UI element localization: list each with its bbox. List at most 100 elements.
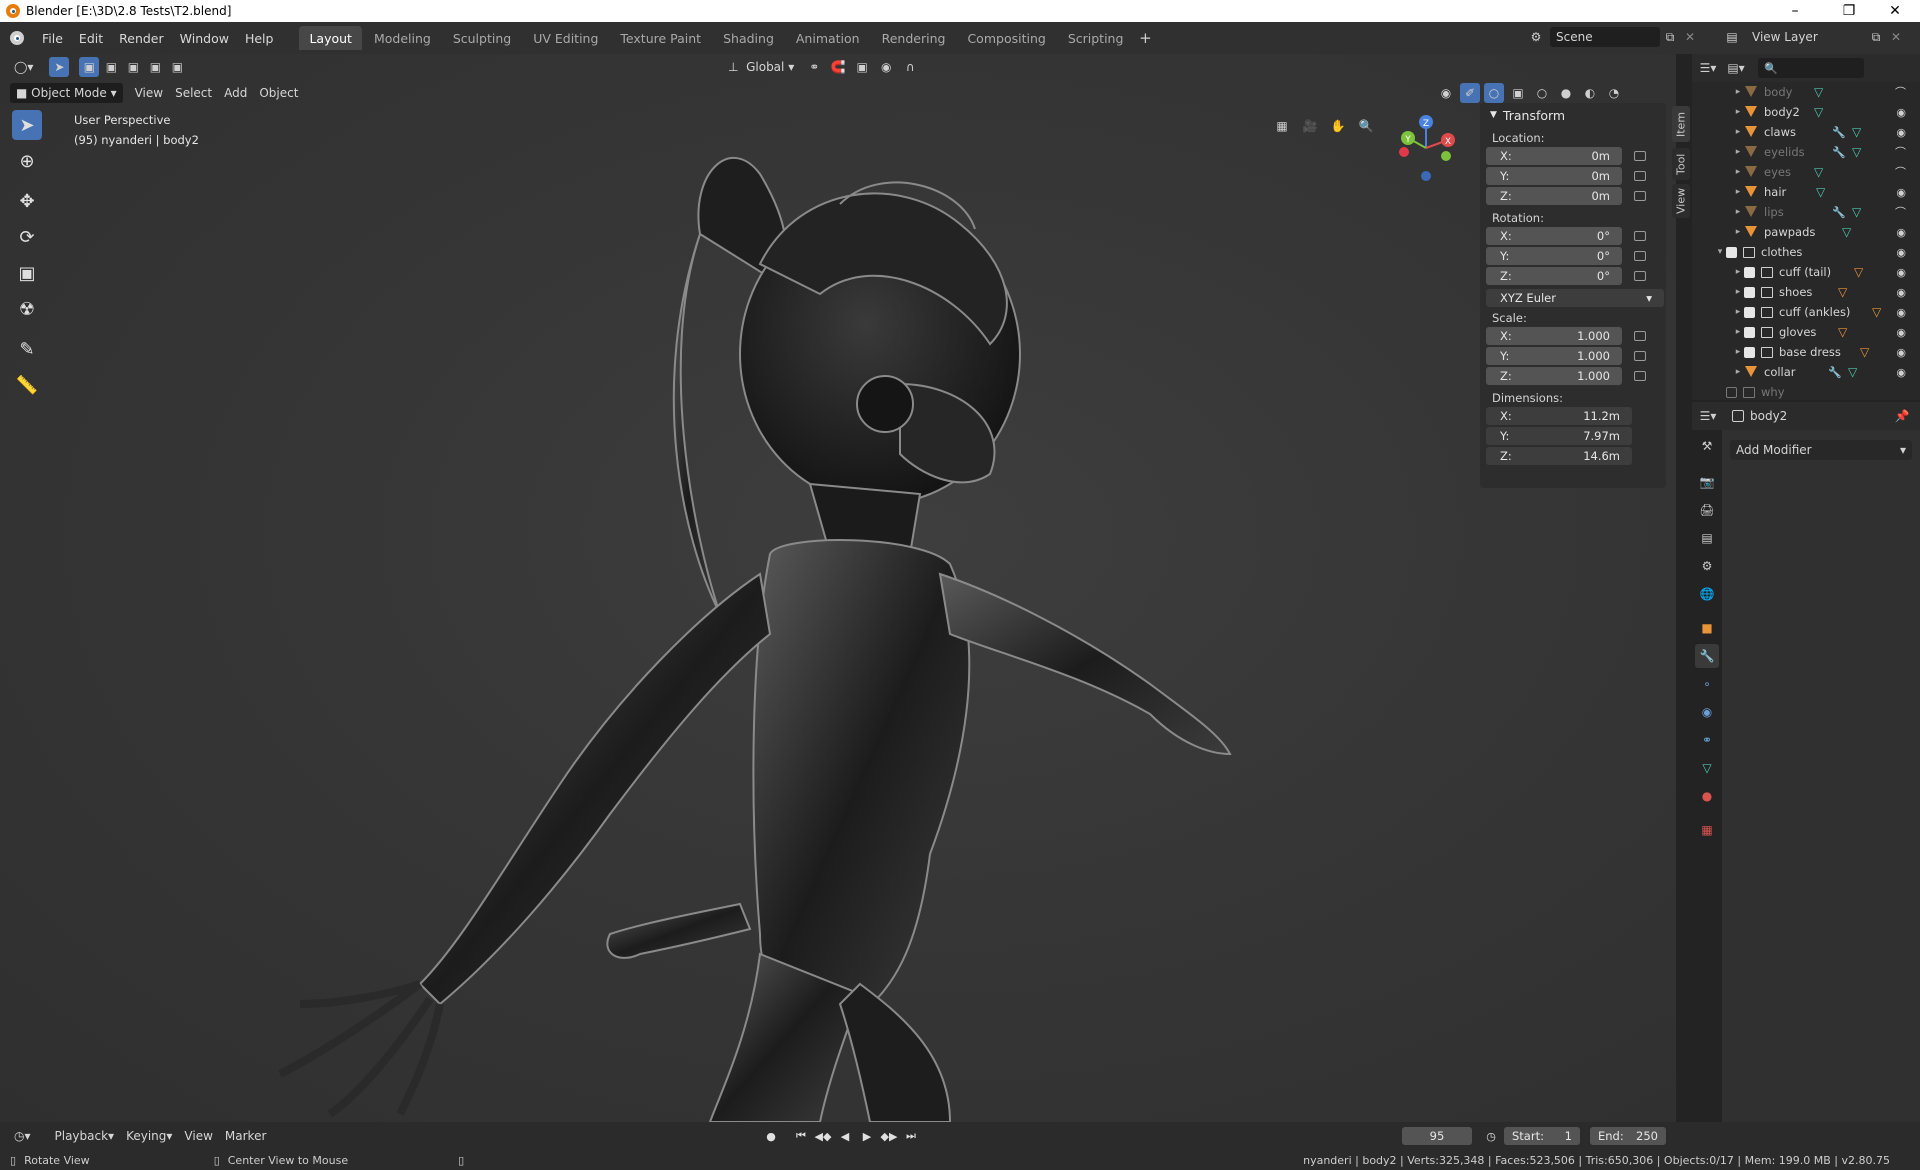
menu-render[interactable]: Render (111, 27, 172, 49)
visibility-eye-icon[interactable]: ◉ (1896, 186, 1906, 199)
workspace-tab-animation[interactable]: Animation (786, 26, 870, 50)
play-icon[interactable]: ▶ (858, 1127, 876, 1145)
end-frame-field[interactable]: End: 250 (1590, 1127, 1666, 1145)
visibility-eye-icon[interactable]: ⌒ (1895, 164, 1906, 180)
scale-x-field[interactable]: X: 1.000 (1486, 327, 1622, 345)
visibility-eye-icon[interactable]: ◉ (1896, 246, 1906, 259)
transform-panel-header[interactable]: ▼ Transform (1480, 103, 1666, 127)
scene-field[interactable]: Scene (1550, 27, 1660, 47)
visibility-eye-icon[interactable]: ⌒ (1895, 144, 1906, 160)
viewport-menu-object[interactable]: Object (253, 83, 304, 103)
workspace-tab-uv-editing[interactable]: UV Editing (523, 26, 608, 50)
select-mode-intersect-icon[interactable]: ▣ (167, 57, 187, 77)
mesh-data-icon[interactable]: ▽ (1842, 225, 1851, 239)
delete-view-layer-icon[interactable]: ✕ (1886, 27, 1906, 47)
menu-edit[interactable]: Edit (71, 27, 111, 49)
visibility-eye-icon[interactable]: ◉ (1896, 266, 1906, 279)
visibility-eye-icon[interactable]: ◉ (1896, 286, 1906, 299)
lock-icon[interactable] (1634, 171, 1646, 181)
expand-icon[interactable]: ▸ (1732, 187, 1744, 197)
workspace-tab-texture-paint[interactable]: Texture Paint (610, 26, 711, 50)
lock-icon[interactable] (1634, 191, 1646, 201)
select-mode-invert-icon[interactable]: ▣ (145, 57, 165, 77)
expand-icon[interactable]: ▸ (1732, 367, 1744, 377)
modifier-tab-icon[interactable]: 🔧 (1695, 644, 1719, 668)
outliner-item[interactable]: ▸ hair ▽ ◉ (1692, 182, 1920, 202)
expand-icon[interactable]: ▸ (1732, 307, 1744, 317)
snap-icon[interactable]: 🧲 (828, 57, 848, 77)
maximize-icon[interactable]: ❐ (1826, 0, 1872, 22)
menu-help[interactable]: Help (237, 27, 282, 49)
zoom-view-icon[interactable]: 🔍 (1356, 116, 1376, 136)
cursor-tool-icon[interactable]: ⊕ (12, 146, 42, 176)
rotation-x-field[interactable]: X: 0° (1486, 227, 1622, 245)
snap-element-icon[interactable]: ▣ (852, 57, 872, 77)
select-box-tool-icon[interactable]: ➤ (12, 110, 42, 140)
scale-tool-icon[interactable]: ▣ (12, 258, 42, 288)
modifier-icon[interactable]: 🔧 (1828, 366, 1842, 379)
location-x-field[interactable]: X: 0m (1486, 147, 1622, 165)
rotation-z-field[interactable]: Z: 0° (1486, 267, 1622, 285)
workspace-tab-shading[interactable]: Shading (713, 26, 784, 50)
lock-icon[interactable] (1634, 351, 1646, 361)
mode-dropdown[interactable]: ■ Object Mode ▾ (10, 83, 123, 103)
outliner-child[interactable]: ▸ collar 🔧 ▽ ◉ (1692, 362, 1920, 382)
menu-file[interactable]: File (34, 27, 71, 49)
collection-checkbox[interactable] (1744, 266, 1755, 278)
outliner-child[interactable]: ▸ cuff (tail) ▽ ◉ (1692, 262, 1920, 282)
workspace-tab-layout[interactable]: Layout (299, 26, 362, 50)
select-mode-subtract-icon[interactable]: ▣ (123, 57, 143, 77)
child-object-icon[interactable]: ▽ (1838, 325, 1847, 339)
collection-checkbox[interactable] (1744, 326, 1755, 338)
dimensions-z-field[interactable]: Z: 14.6m (1486, 447, 1632, 465)
start-frame-field[interactable]: Start: 1 (1504, 1127, 1580, 1145)
properties-editor-type-icon[interactable]: ☰▾ (1698, 406, 1718, 426)
mesh-data-icon[interactable]: ▽ (1814, 85, 1823, 99)
expand-icon[interactable]: ▸ (1732, 327, 1744, 337)
view-layer-icon[interactable]: ▤ (1722, 27, 1742, 47)
expand-icon[interactable]: ▾ (1714, 247, 1726, 257)
rotation-mode-dropdown[interactable]: XYZ Euler ▾ (1486, 289, 1664, 307)
child-object-icon[interactable]: ▽ (1854, 265, 1863, 279)
new-view-layer-icon[interactable]: ⧉ (1866, 27, 1886, 47)
material-shading-icon[interactable]: ◐ (1580, 83, 1600, 103)
tool-tab-icon[interactable]: ⚒ (1695, 434, 1719, 458)
outliner-child[interactable]: ▸ base dress ▽ ◉ (1692, 342, 1920, 362)
dimensions-y-field[interactable]: Y: 7.97m (1486, 427, 1632, 445)
view-layer-field[interactable]: View Layer (1746, 27, 1866, 47)
material-tab-icon[interactable]: ● (1695, 784, 1719, 808)
current-frame-field[interactable]: 95 (1402, 1127, 1472, 1145)
collection-checkbox[interactable] (1726, 386, 1737, 398)
mesh-data-icon[interactable]: ▽ (1814, 105, 1823, 119)
outliner-child[interactable]: ▸ cuff (ankles) ▽ ◉ (1692, 302, 1920, 322)
lock-icon[interactable] (1634, 251, 1646, 261)
outliner-child[interactable]: ▸ gloves ▽ ◉ (1692, 322, 1920, 342)
timeline-menu-marker[interactable]: Marker (219, 1126, 272, 1146)
viewport-menu-view[interactable]: View (129, 83, 169, 103)
workspace-tab-sculpting[interactable]: Sculpting (443, 26, 521, 50)
dimensions-x-field[interactable]: X: 11.2m (1486, 407, 1632, 425)
annotate-tool-icon[interactable]: ✎ (12, 334, 42, 364)
blender-menu-icon[interactable] (0, 31, 34, 45)
expand-icon[interactable]: ▸ (1732, 127, 1744, 137)
viewport-menu-select[interactable]: Select (169, 83, 218, 103)
lock-icon[interactable] (1634, 331, 1646, 341)
3d-viewport[interactable]: ◯▾ ➤ ▣ ▣ ▣ ▣ ▣ ⊥ Global ▾ ⚭ 🧲 ▣ ◉ ∩ ■ Ob… (0, 54, 1676, 1122)
expand-icon[interactable]: ▸ (1732, 107, 1744, 117)
visibility-eye-icon[interactable]: ◉ (1896, 346, 1906, 359)
modifier-icon[interactable]: 🔧 (1832, 146, 1846, 159)
grid-view-icon[interactable]: ▦ (1272, 116, 1292, 136)
visibility-eye-icon[interactable]: ◉ (1896, 106, 1906, 119)
preview-range-icon[interactable]: ◷ (1482, 1127, 1500, 1145)
sidebar-tab-tool[interactable]: Tool (1672, 148, 1690, 180)
outliner-item[interactable]: ▸ lips 🔧 ▽ ⌒ (1692, 202, 1920, 222)
record-icon[interactable]: ● (762, 1127, 780, 1145)
proportional-edit-icon[interactable]: ◉ (876, 57, 896, 77)
constraints-tab-icon[interactable]: ⚭ (1695, 728, 1719, 752)
outliner-item[interactable]: ▸ pawpads ▽ ◉ (1692, 222, 1920, 242)
visibility-eye-icon[interactable]: ◉ (1896, 366, 1906, 379)
lock-icon[interactable] (1634, 151, 1646, 161)
mesh-data-icon[interactable]: ▽ (1852, 125, 1861, 139)
close-icon[interactable]: ✕ (1872, 0, 1918, 22)
visibility-icon[interactable]: ◉ (1436, 83, 1456, 103)
